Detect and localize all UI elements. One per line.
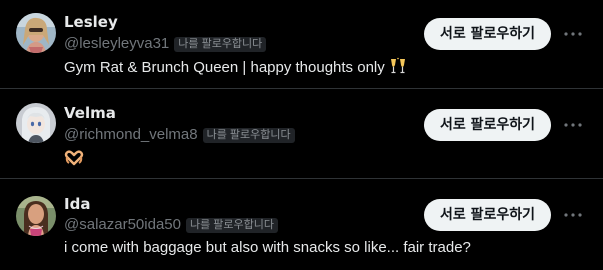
- follow-back-button[interactable]: 서로 팔로우하기: [424, 199, 551, 231]
- user-cell[interactable]: Ida @salazar50ida50 나를 팔로우합니다 i come wit…: [0, 178, 603, 270]
- avatar[interactable]: [16, 13, 56, 53]
- user-name[interactable]: Velma: [64, 104, 116, 122]
- user-handle[interactable]: @lesleyleyva31: [64, 35, 169, 53]
- more-horizontal-icon[interactable]: [561, 203, 585, 227]
- handle-line: @lesleyleyva31 나를 팔로우합니다: [64, 35, 267, 53]
- user-cell[interactable]: Lesley @lesleyleyva31 나를 팔로우합니다 Gym Rat …: [0, 0, 603, 88]
- follows-you-badge: 나를 팔로우합니다: [174, 36, 267, 52]
- user-handle[interactable]: @richmond_velma8: [64, 126, 198, 144]
- user-name[interactable]: Lesley: [64, 13, 118, 31]
- clinking-glasses-icon: [389, 57, 407, 81]
- avatar[interactable]: [16, 103, 56, 143]
- handle-line: @salazar50ida50 나를 팔로우합니다: [64, 216, 278, 234]
- user-bio: i come with baggage but also with snacks…: [64, 239, 471, 256]
- more-horizontal-icon[interactable]: [561, 113, 585, 137]
- follow-back-button[interactable]: 서로 팔로우하기: [424, 109, 551, 141]
- follows-you-badge: 나를 팔로우합니다: [202, 127, 295, 143]
- heart-hands-icon: [64, 150, 84, 168]
- avatar-photo: [16, 103, 56, 143]
- follow-back-button[interactable]: 서로 팔로우하기: [424, 18, 551, 50]
- more-horizontal-icon[interactable]: [561, 22, 585, 46]
- avatar[interactable]: [16, 196, 56, 236]
- handle-line: @richmond_velma8 나를 팔로우합니다: [64, 126, 295, 144]
- avatar-photo: [16, 196, 56, 236]
- user-bio-text: Gym Rat & Brunch Queen | happy thoughts …: [64, 59, 385, 76]
- follows-you-badge: 나를 팔로우합니다: [185, 217, 278, 233]
- user-cell[interactable]: Velma @richmond_velma8 나를 팔로우합니다 서로 팔로우하…: [0, 88, 603, 178]
- user-bio: Gym Rat & Brunch Queen | happy thoughts …: [64, 57, 407, 81]
- user-name[interactable]: Ida: [64, 195, 90, 213]
- user-handle[interactable]: @salazar50ida50: [64, 216, 181, 234]
- avatar-photo: [16, 13, 56, 53]
- follow-suggestions-list: Lesley @lesleyleyva31 나를 팔로우합니다 Gym Rat …: [0, 0, 603, 270]
